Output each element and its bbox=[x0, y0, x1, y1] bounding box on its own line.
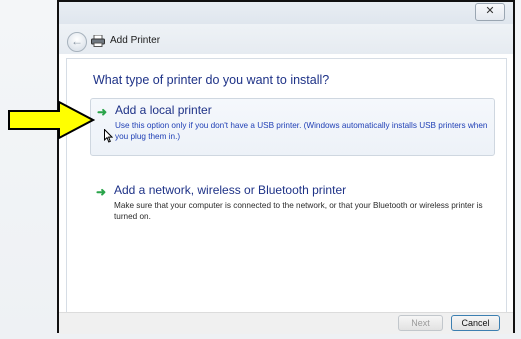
green-arrow-icon: ➜ bbox=[97, 105, 108, 119]
page-heading: What type of printer do you want to inst… bbox=[93, 73, 330, 87]
title-bar: ✕ bbox=[59, 2, 513, 24]
option-description: Make sure that your computer is connecte… bbox=[114, 201, 483, 221]
back-button[interactable]: ← bbox=[67, 32, 87, 52]
close-icon: ✕ bbox=[485, 5, 495, 17]
option-network-printer[interactable]: ➜ Add a network, wireless or Bluetooth p… bbox=[90, 179, 495, 231]
wizard-header: ← Add Printer bbox=[59, 24, 513, 54]
wizard-content: What type of printer do you want to inst… bbox=[66, 58, 507, 313]
option-description: Use this option only if you don't have a… bbox=[115, 121, 488, 141]
window-title: Add Printer bbox=[110, 35, 161, 46]
option-title: Add a network, wireless or Bluetooth pri… bbox=[114, 183, 347, 197]
yellow-pointer-arrow-icon bbox=[8, 100, 95, 140]
mouse-cursor-icon bbox=[104, 129, 113, 143]
close-button[interactable]: ✕ bbox=[475, 3, 505, 21]
option-title: Add a local printer bbox=[115, 103, 212, 117]
cancel-button[interactable]: Cancel bbox=[451, 315, 500, 331]
back-arrow-icon: ← bbox=[71, 34, 83, 48]
wizard-footer: Next Cancel bbox=[59, 312, 513, 334]
printer-icon bbox=[91, 35, 105, 47]
next-button[interactable]: Next bbox=[398, 315, 443, 331]
option-local-printer[interactable]: ➜ Add a local printer Use this option on… bbox=[90, 98, 495, 156]
green-arrow-icon: ➜ bbox=[96, 185, 107, 199]
add-printer-window: ✕ ← Add Printer What type of printer do … bbox=[57, 0, 515, 334]
